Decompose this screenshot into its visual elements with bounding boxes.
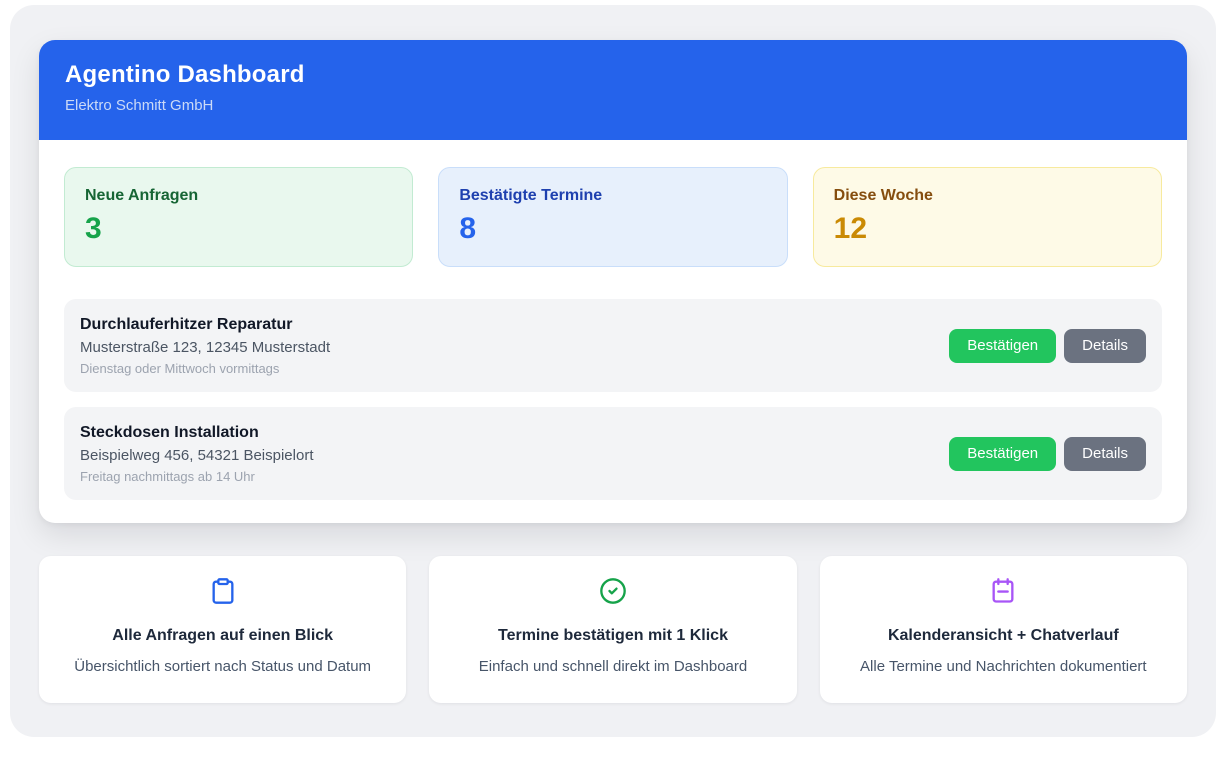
feature-subtitle: Alle Termine und Nachrichten dokumentier… <box>820 658 1187 675</box>
check-circle-icon <box>599 577 627 605</box>
request-title: Durchlauferhitzer Reparatur <box>80 316 330 334</box>
stat-label: Bestätigte Termine <box>459 187 766 205</box>
feature-subtitle: Einfach und schnell direkt im Dashboard <box>429 658 796 675</box>
clipboard-icon <box>209 577 237 605</box>
feature-card-kalender: Kalenderansicht + Chatverlauf Alle Termi… <box>820 556 1187 703</box>
stat-card-neue-anfragen: Neue Anfragen 3 <box>64 167 413 267</box>
stats-row: Neue Anfragen 3 Bestätigte Termine 8 Die… <box>39 140 1187 267</box>
request-actions: Bestätigen Details <box>949 329 1146 363</box>
feature-title: Alle Anfragen auf einen Blick <box>39 627 406 645</box>
request-time: Dienstag oder Mittwoch vormittags <box>80 361 330 376</box>
request-time: Freitag nachmittags ab 14 Uhr <box>80 469 314 484</box>
details-button[interactable]: Details <box>1064 329 1146 363</box>
request-address: Musterstraße 123, 12345 Musterstadt <box>80 339 330 356</box>
confirm-button[interactable]: Bestätigen <box>949 329 1056 363</box>
stat-label: Diese Woche <box>834 187 1141 205</box>
company-subtitle: Elektro Schmitt GmbH <box>65 97 1161 114</box>
request-title: Steckdosen Installation <box>80 424 314 442</box>
feature-cards-row: Alle Anfragen auf einen Blick Übersichtl… <box>39 556 1187 703</box>
details-button[interactable]: Details <box>1064 437 1146 471</box>
request-info: Steckdosen Installation Beispielweg 456,… <box>80 424 314 484</box>
request-row-durchlauferhitzer: Durchlauferhitzer Reparatur Musterstraße… <box>64 299 1162 392</box>
page-title: Agentino Dashboard <box>65 61 1161 89</box>
feature-card-anfragen: Alle Anfragen auf einen Blick Übersichtl… <box>39 556 406 703</box>
stat-card-diese-woche: Diese Woche 12 <box>813 167 1162 267</box>
request-list: Durchlauferhitzer Reparatur Musterstraße… <box>39 267 1187 523</box>
request-address: Beispielweg 456, 54321 Beispielort <box>80 447 314 464</box>
confirm-button[interactable]: Bestätigen <box>949 437 1056 471</box>
dashboard-card: Agentino Dashboard Elektro Schmitt GmbH … <box>39 40 1187 523</box>
request-row-steckdosen: Steckdosen Installation Beispielweg 456,… <box>64 407 1162 500</box>
request-info: Durchlauferhitzer Reparatur Musterstraße… <box>80 316 330 376</box>
feature-title: Termine bestätigen mit 1 Klick <box>429 627 796 645</box>
feature-subtitle: Übersichtlich sortiert nach Status und D… <box>39 658 406 675</box>
dashboard-header: Agentino Dashboard Elektro Schmitt GmbH <box>39 40 1187 140</box>
calendar-icon <box>989 577 1017 605</box>
stat-value: 12 <box>834 212 1141 246</box>
feature-title: Kalenderansicht + Chatverlauf <box>820 627 1187 645</box>
stat-value: 8 <box>459 212 766 246</box>
request-actions: Bestätigen Details <box>949 437 1146 471</box>
stat-card-bestaetigte-termine: Bestätigte Termine 8 <box>438 167 787 267</box>
feature-card-termine: Termine bestätigen mit 1 Klick Einfach u… <box>429 556 796 703</box>
page-container: Agentino Dashboard Elektro Schmitt GmbH … <box>10 5 1216 737</box>
stat-value: 3 <box>85 212 392 246</box>
stat-label: Neue Anfragen <box>85 187 392 205</box>
